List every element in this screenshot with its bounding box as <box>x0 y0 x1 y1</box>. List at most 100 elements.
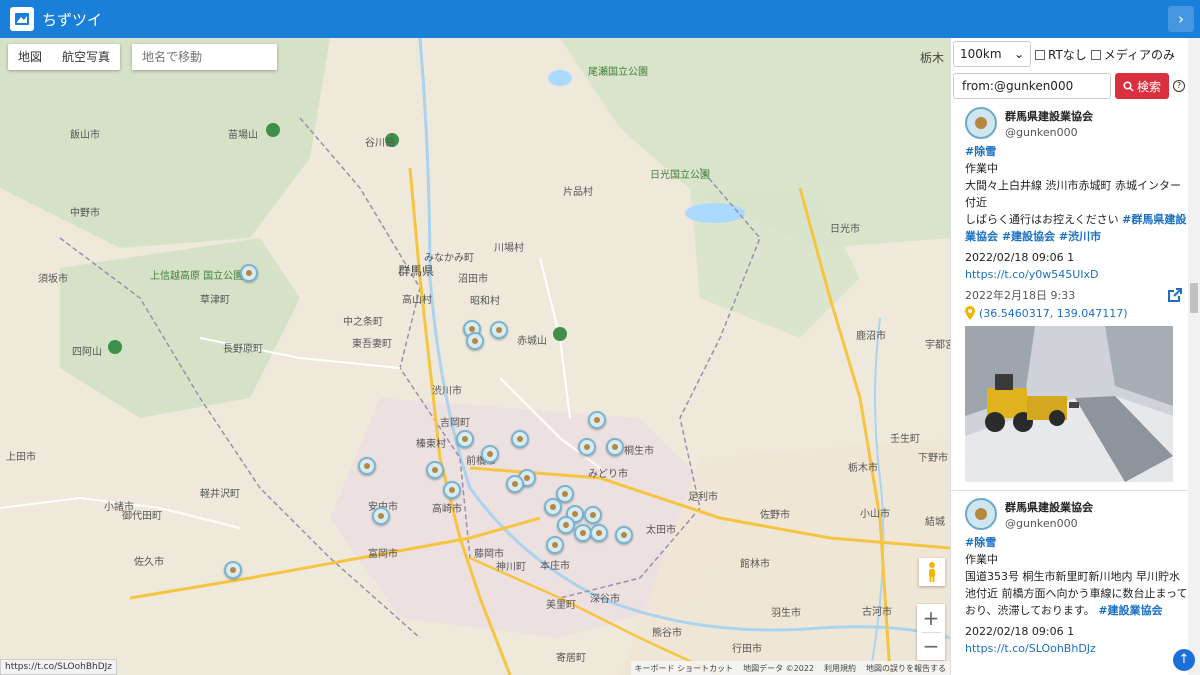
search-button[interactable]: 検索 <box>1115 73 1169 99</box>
hashtag[interactable]: #除雪 <box>965 143 1189 160</box>
map-label-kawaba: 川場村 <box>494 243 524 254</box>
map-pin-icon <box>965 306 975 320</box>
user-id: @gunken000 <box>1005 516 1078 530</box>
tweet-marker[interactable] <box>466 332 484 350</box>
tweet-marker[interactable] <box>546 536 564 554</box>
media-only-label: メディアのみ <box>1103 47 1175 62</box>
zoom-out-button[interactable]: − <box>917 632 945 660</box>
hashtag[interactable]: #建設業協会 <box>1098 604 1162 617</box>
location-row[interactable]: (36.5460317, 139.047117) <box>965 306 1189 320</box>
tweet-marker[interactable] <box>588 411 606 429</box>
place-search-input[interactable] <box>132 44 277 70</box>
map-label-ashikaga: 足利市 <box>688 492 718 503</box>
map-terrain <box>0 38 950 675</box>
checkbox-box[interactable] <box>1035 50 1045 60</box>
tweet-marker[interactable] <box>372 507 390 525</box>
tweet-marker[interactable] <box>224 561 242 579</box>
scroll-to-top-button[interactable]: ↑ <box>1173 649 1195 671</box>
map-label-nikko-park: 日光国立公園 <box>650 170 710 181</box>
external-link-icon[interactable] <box>1167 287 1183 303</box>
zoom-control: + − <box>917 604 945 660</box>
map-label-tanigawa: 谷川岳 <box>365 138 395 149</box>
tweet-marker[interactable] <box>426 461 444 479</box>
posted-time: 2022年2月18日 9:33 <box>965 289 1076 302</box>
map-label-midori: みどり市 <box>588 469 628 480</box>
search-icon <box>1123 80 1134 92</box>
tweet-marker[interactable] <box>590 524 608 542</box>
map-label-shimotsuke: 下野市 <box>918 453 948 464</box>
tweet-date: 2022/02/18 09:06 1 <box>965 625 1075 638</box>
map-label-takayama: 高山村 <box>402 295 432 306</box>
app-title: ちずツイ <box>42 10 103 29</box>
scrollbar-thumb[interactable] <box>1190 283 1198 313</box>
keyboard-shortcuts-link[interactable]: キーボード ショートカット <box>635 663 734 674</box>
tweet-header: 群馬県建設業協会 @gunken000 <box>965 106 1189 140</box>
terms-link[interactable]: 利用規約 <box>824 663 856 674</box>
tweet-link[interactable]: https://t.co/SLOohBhDJz <box>965 640 1189 657</box>
avatar[interactable] <box>965 498 997 530</box>
tweet-date: 2022/02/18 09:06 1 <box>965 251 1075 264</box>
app-logo-icon[interactable] <box>10 7 34 31</box>
tweet-marker[interactable] <box>544 498 562 516</box>
map-label-oyama: 小山市 <box>860 509 890 520</box>
tab-map[interactable]: 地図 <box>8 44 52 70</box>
no-rt-checkbox[interactable]: RTなし <box>1035 46 1087 63</box>
tweet-marker[interactable] <box>490 321 508 339</box>
map-label-minakami: みなかみ町 <box>424 253 474 264</box>
hashtag[interactable]: #除雪 <box>965 534 1189 551</box>
map-label-shibukawa: 渋川市 <box>432 386 462 397</box>
avatar[interactable] <box>965 107 997 139</box>
tweet-marker[interactable] <box>456 430 474 448</box>
user-name[interactable]: 群馬県建設業協会 <box>1005 108 1093 124</box>
map-data-credit: 地図データ ©2022 <box>743 663 814 673</box>
map-label-saku: 佐久市 <box>134 557 164 568</box>
tweet-photo[interactable] <box>965 326 1173 482</box>
tab-satellite[interactable]: 航空写真 <box>52 44 120 70</box>
tweet-marker[interactable] <box>584 506 602 524</box>
tweet-marker[interactable] <box>506 475 524 493</box>
map-label-iiyama: 飯山市 <box>70 130 100 141</box>
tweet-marker[interactable] <box>240 264 258 282</box>
tweet-marker[interactable] <box>615 526 633 544</box>
no-rt-label: RTなし <box>1048 47 1087 62</box>
tweet-link[interactable]: https://t.co/y0w545UIxD <box>965 266 1189 283</box>
tweet-sidebar: 100km ⌄ RTなし メディアのみ from:@gunken000 検索 ?… <box>950 38 1200 675</box>
sidebar-toggle-button[interactable]: › <box>1168 6 1194 32</box>
user-name[interactable]: 群馬県建設業協会 <box>1005 499 1093 515</box>
map-label-joshinetsu: 上信越高原 国立公園 <box>150 271 244 282</box>
checkbox-box[interactable] <box>1090 50 1101 60</box>
map-canvas[interactable]: 地図 航空写真 群馬県 尾瀬国立公園 日光国立公園 上信越高原 国立公園 谷川岳… <box>0 38 950 675</box>
map-label-yoshioka: 吉岡町 <box>440 418 470 429</box>
tweet-marker[interactable] <box>481 445 499 463</box>
tweet-line: 作業中 <box>965 162 998 175</box>
map-label-ueda: 上田市 <box>6 452 36 463</box>
tweet-meta: 2022年2月18日 9:33 <box>965 287 1189 303</box>
street-view-pegman-icon[interactable] <box>919 558 945 586</box>
sidebar-scrollbar[interactable] <box>1188 38 1200 675</box>
report-error-link[interactable]: 地図の誤りを報告する <box>866 663 946 674</box>
tweet-line: 大間々上白井線 渋川市赤城町 赤城インター付近 <box>965 179 1181 209</box>
tweet-marker[interactable] <box>578 438 596 456</box>
map-label-karuizawa: 軽井沢町 <box>200 489 240 500</box>
app-header: ちずツイ › <box>0 0 1200 38</box>
tweet-marker[interactable] <box>511 430 529 448</box>
map-label-oze: 尾瀬国立公園 <box>588 67 648 78</box>
media-only-checkbox[interactable]: メディアのみ <box>1090 46 1175 63</box>
tweet-line: しばらく通行はお控えください #群馬県建設業協会 #建設協会 #渋川市 <box>965 211 1189 245</box>
map-label-higashiagatsuma: 東吾妻町 <box>352 339 392 350</box>
zoom-in-button[interactable]: + <box>917 604 945 632</box>
map-label-shinto: 榛東村 <box>416 439 446 450</box>
tweet-marker[interactable] <box>606 438 624 456</box>
range-select[interactable]: 100km ⌄ <box>953 41 1031 67</box>
tweet-marker[interactable] <box>557 516 575 534</box>
help-icon[interactable]: ? <box>1173 80 1185 92</box>
map-label-naeba: 苗場山 <box>228 130 258 141</box>
map-label-hanyu: 羽生市 <box>771 608 801 619</box>
filter-row: 100km ⌄ RTなし メディアのみ <box>953 41 1175 67</box>
tweet-marker[interactable] <box>358 457 376 475</box>
tweet-marker[interactable] <box>443 481 461 499</box>
query-input[interactable]: from:@gunken000 <box>953 73 1111 99</box>
tweet-header: 群馬県建設業協会 @gunken000 <box>965 497 1189 531</box>
tweet-line-text: しばらく通行はお控えください <box>965 213 1119 226</box>
coordinates[interactable]: (36.5460317, 139.047117) <box>979 307 1128 320</box>
